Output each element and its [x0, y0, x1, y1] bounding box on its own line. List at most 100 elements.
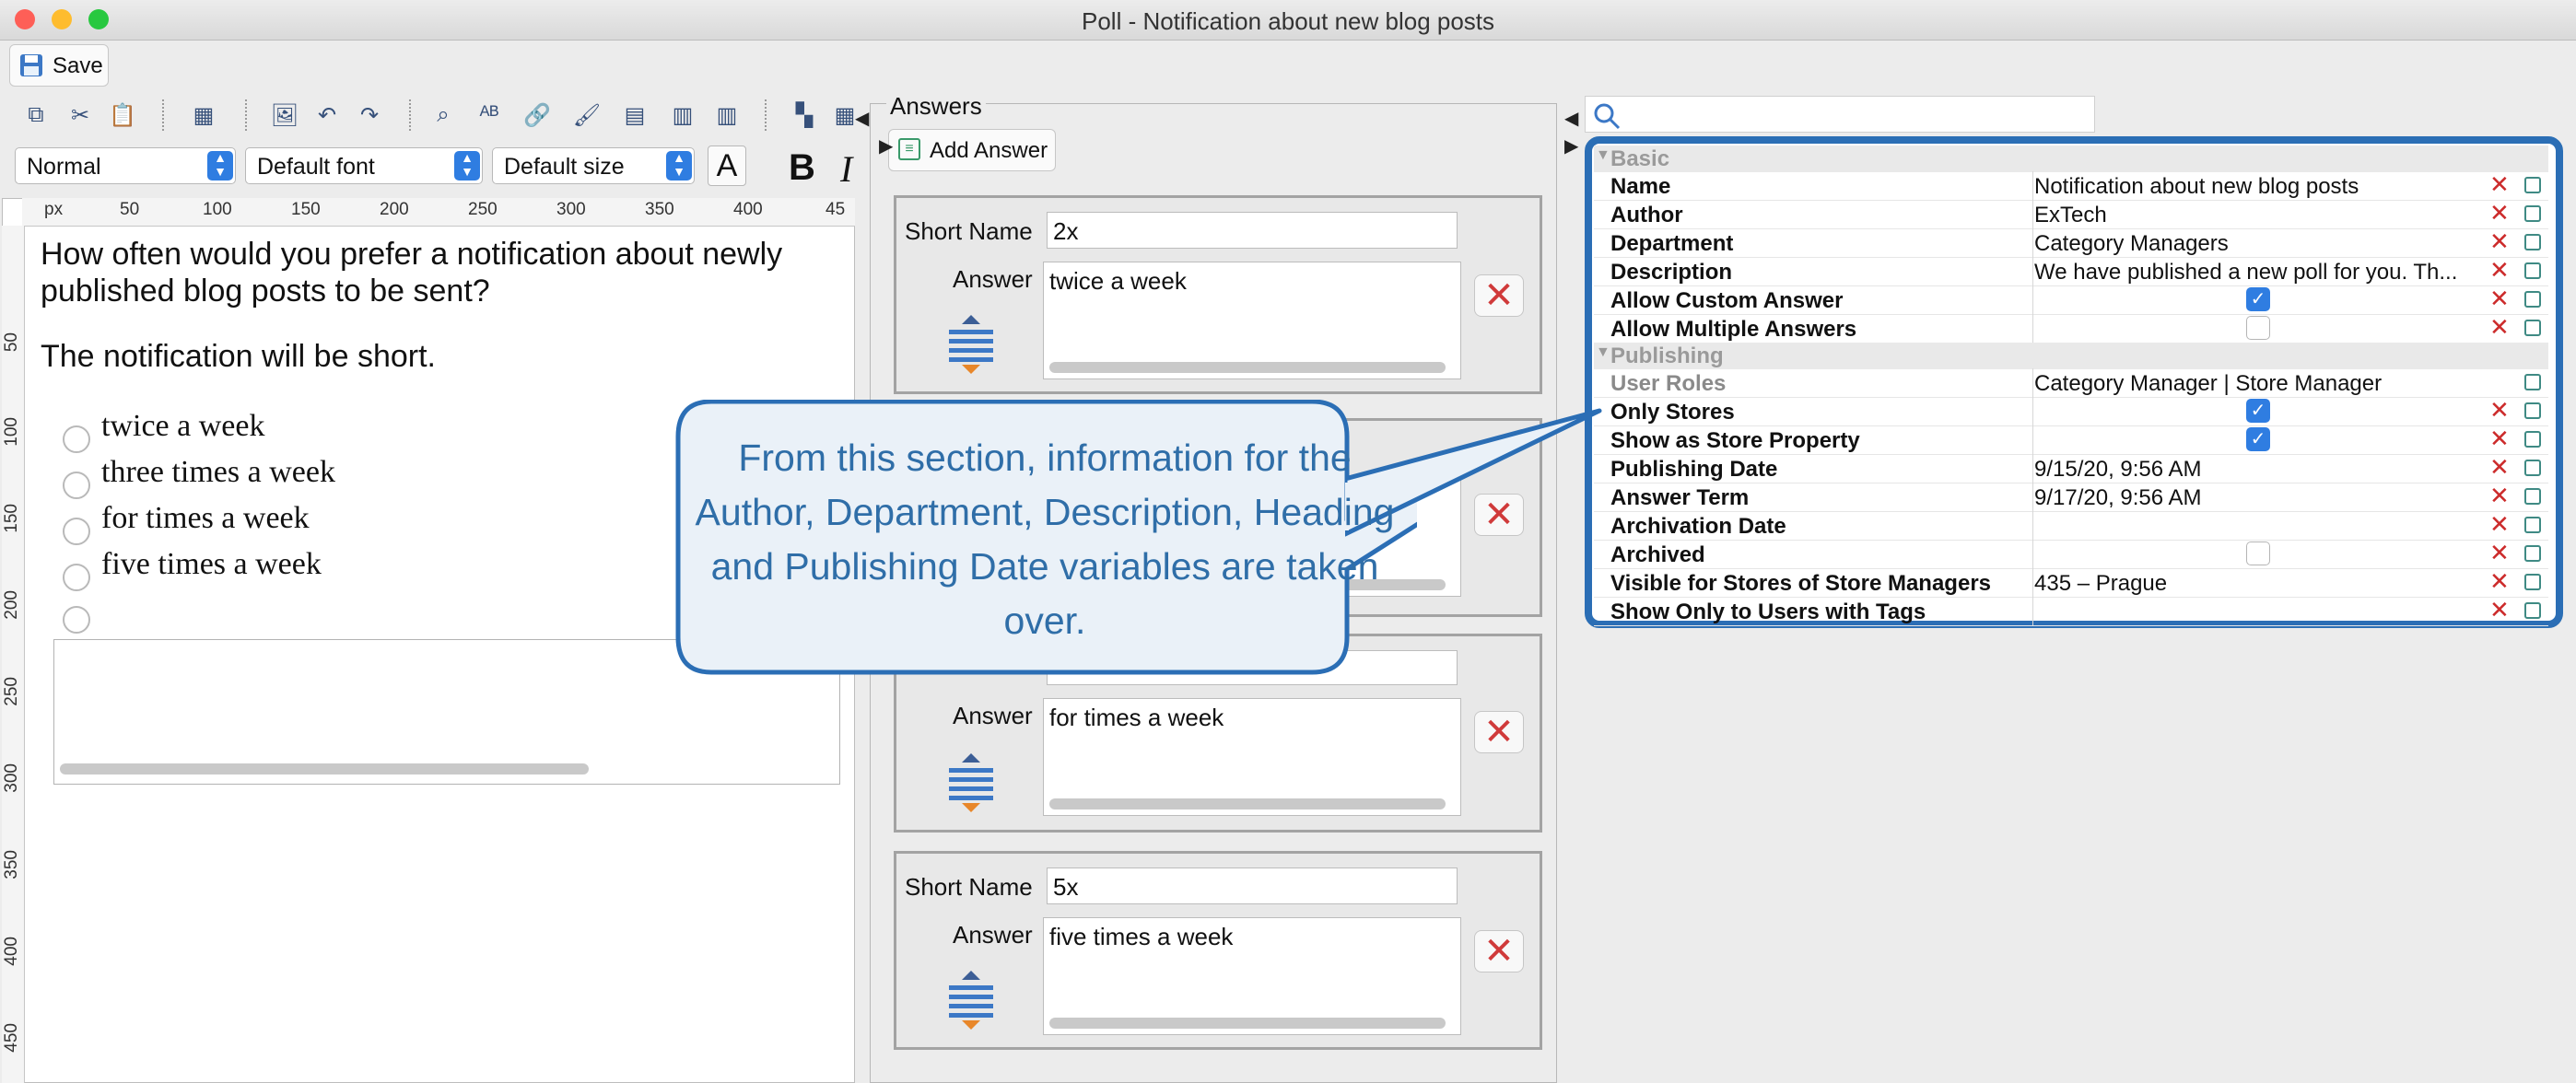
horizontal-scrollbar[interactable]: [60, 763, 589, 774]
expand-right-icon[interactable]: ▶: [1564, 134, 1578, 157]
option-radio[interactable]: [63, 518, 90, 545]
allow-multiple-answers-checkbox[interactable]: [2246, 316, 2270, 340]
expand-right-icon[interactable]: ▶: [879, 134, 893, 157]
clear-icon[interactable]: ✕: [2489, 539, 2510, 567]
property-value[interactable]: 9/15/20, 9:56 AM: [2034, 457, 2513, 483]
text-color-button[interactable]: A: [708, 146, 746, 186]
copy-value-icon[interactable]: [2524, 545, 2541, 562]
copy-value-icon[interactable]: [2524, 602, 2541, 619]
copy-value-icon[interactable]: [2524, 460, 2541, 476]
archived-checkbox[interactable]: [2246, 542, 2270, 565]
property-row[interactable]: Only Stores ✓ ✕: [1594, 396, 2548, 426]
delete-answer-button[interactable]: ✕: [1474, 274, 1524, 317]
clear-icon[interactable]: ✕: [2489, 453, 2510, 482]
copy-value-icon[interactable]: [2524, 517, 2541, 533]
property-row[interactable]: Publishing Date 9/15/20, 9:56 AM ✕: [1594, 453, 2548, 483]
clear-icon[interactable]: ✕: [2489, 510, 2510, 539]
property-row[interactable]: Allow Custom Answer ✓ ✕: [1594, 285, 2548, 315]
copy-value-icon[interactable]: [2524, 431, 2541, 448]
group-header-basic[interactable]: ▼ Basic: [1594, 146, 2548, 172]
clear-icon[interactable]: ✕: [2489, 313, 2510, 342]
clear-icon[interactable]: ✕: [2489, 425, 2510, 453]
property-value[interactable]: 435 – Prague: [2034, 571, 2513, 597]
copy-value-icon[interactable]: [2524, 320, 2541, 336]
paragraph-style-select[interactable]: Normal ▲ ▼: [15, 147, 236, 184]
property-row[interactable]: Archived ✕: [1594, 539, 2548, 569]
calendar-icon[interactable]: ▦: [188, 99, 219, 131]
property-row[interactable]: Name Notification about new blog posts ✕: [1594, 170, 2548, 201]
horizontal-scrollbar[interactable]: [1049, 362, 1446, 373]
property-row[interactable]: Department Category Managers ✕: [1594, 227, 2548, 258]
merge-cells-icon[interactable]: ▚: [789, 99, 820, 131]
horizontal-scrollbar[interactable]: [1049, 1018, 1446, 1029]
font-family-select[interactable]: Default font ▲ ▼: [245, 147, 483, 184]
clear-icon[interactable]: ✕: [2489, 199, 2510, 227]
property-value[interactable]: ExTech: [2034, 203, 2513, 228]
property-row[interactable]: Archivation Date ✕: [1594, 510, 2548, 541]
clear-icon[interactable]: ✕: [2489, 396, 2510, 425]
only-stores-checkbox[interactable]: ✓: [2246, 399, 2270, 423]
clear-icon[interactable]: ✕: [2489, 170, 2510, 199]
cut-icon[interactable]: ✂: [64, 99, 96, 131]
group-header-publishing[interactable]: ▼ Publishing: [1594, 343, 2548, 369]
table-icon[interactable]: ▤: [619, 99, 650, 131]
show-as-store-property-checkbox[interactable]: ✓: [2246, 427, 2270, 451]
paste-icon[interactable]: 📋: [107, 99, 138, 131]
option-radio[interactable]: [63, 564, 90, 591]
bold-button[interactable]: B: [789, 147, 815, 189]
short-name-input[interactable]: 2x: [1047, 212, 1458, 249]
redo-icon[interactable]: ↷: [354, 99, 385, 131]
clear-icon[interactable]: ✕: [2489, 567, 2510, 596]
spellcheck-icon[interactable]: ᴬᴮ: [474, 99, 505, 131]
clear-icon[interactable]: ✕: [2489, 482, 2510, 510]
property-row[interactable]: Show Only to Users with Tags ✕: [1594, 596, 2548, 626]
save-button[interactable]: Save: [9, 44, 109, 87]
property-value[interactable]: 9/17/20, 9:56 AM: [2034, 485, 2513, 511]
italic-button[interactable]: I: [840, 147, 852, 191]
copy-value-icon[interactable]: [2524, 488, 2541, 505]
option-radio-custom[interactable]: [63, 606, 90, 634]
collapse-left-icon[interactable]: ◀: [855, 107, 869, 130]
answer-textarea[interactable]: five times a week: [1043, 917, 1461, 1035]
property-row[interactable]: Author ExTech ✕: [1594, 199, 2548, 229]
clear-icon[interactable]: ✕: [2489, 256, 2510, 285]
delete-answer-button[interactable]: ✕: [1474, 930, 1524, 972]
collapse-left-icon[interactable]: ◀: [1564, 107, 1578, 130]
allow-custom-answer-checkbox[interactable]: ✓: [2246, 287, 2270, 311]
find-icon[interactable]: ⌕: [427, 99, 459, 131]
copy-value-icon[interactable]: [2524, 374, 2541, 390]
table-columns-icon[interactable]: ▥: [711, 99, 743, 131]
copy-value-icon[interactable]: [2524, 574, 2541, 590]
property-row[interactable]: User Roles Category Manager | Store Mana…: [1594, 368, 2548, 398]
answer-textarea[interactable]: for times a week: [1043, 698, 1461, 816]
property-row[interactable]: Visible for Stores of Store Managers 435…: [1594, 567, 2548, 598]
reorder-icon[interactable]: [945, 969, 997, 1030]
copy-value-icon[interactable]: [2524, 262, 2541, 279]
property-row[interactable]: Answer Term 9/17/20, 9:56 AM ✕: [1594, 482, 2548, 512]
link-icon[interactable]: 🔗: [521, 99, 553, 131]
add-answer-button[interactable]: ≡ Add Answer: [888, 129, 1056, 171]
answer-textarea[interactable]: twice a week: [1043, 262, 1461, 379]
property-row[interactable]: Allow Multiple Answers ✕: [1594, 313, 2548, 344]
property-row[interactable]: Show as Store Property ✓ ✕: [1594, 425, 2548, 455]
property-value[interactable]: Category Managers: [2034, 231, 2513, 257]
delete-answer-button[interactable]: ✕: [1474, 711, 1524, 753]
reorder-icon[interactable]: [945, 751, 997, 812]
short-name-input[interactable]: 5x: [1047, 868, 1458, 904]
option-radio[interactable]: [63, 425, 90, 453]
font-size-select[interactable]: Default size ▲ ▼: [492, 147, 695, 184]
property-value[interactable]: Category Manager | Store Manager: [2034, 371, 2513, 397]
copy-icon[interactable]: ⧉: [20, 99, 52, 131]
clear-icon[interactable]: ✕: [2489, 285, 2510, 313]
property-value[interactable]: Notification about new blog posts: [2034, 174, 2513, 200]
option-radio[interactable]: [63, 472, 90, 499]
table-rows-icon[interactable]: ▥: [667, 99, 698, 131]
copy-value-icon[interactable]: [2524, 177, 2541, 193]
property-row[interactable]: Description We have published a new poll…: [1594, 256, 2548, 286]
brush-icon[interactable]: 🖌: [571, 99, 603, 131]
copy-value-icon[interactable]: [2524, 234, 2541, 250]
horizontal-scrollbar[interactable]: [1049, 798, 1446, 809]
image-icon[interactable]: 🖼: [269, 99, 300, 131]
copy-value-icon[interactable]: [2524, 291, 2541, 308]
property-search-input[interactable]: [1585, 96, 2095, 133]
